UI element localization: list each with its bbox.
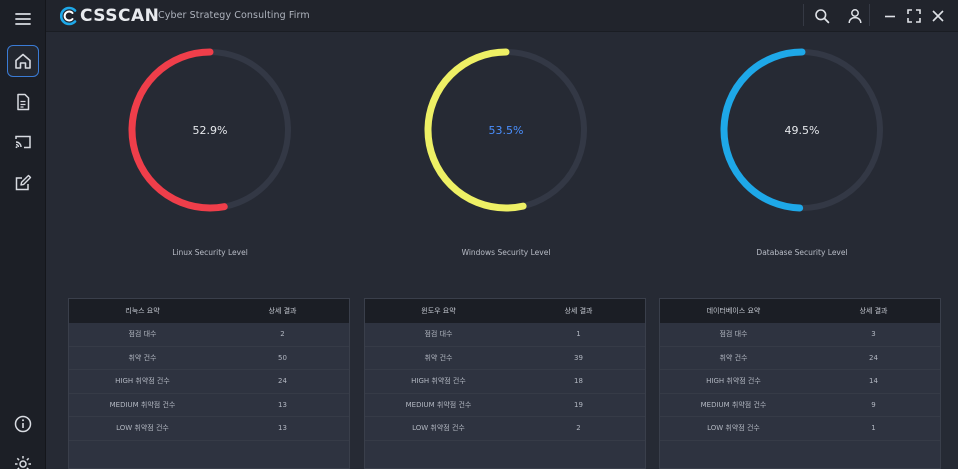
row-label: 점검 대수 — [424, 330, 453, 339]
table-row: HIGH 취약점 건수 18 — [365, 370, 645, 394]
user-button[interactable] — [845, 6, 865, 26]
row-label: 취약 건수 — [719, 353, 748, 362]
row-label: 취약 건수 — [424, 353, 453, 362]
settings-icon — [15, 456, 31, 469]
database-summary-table: 데이터베이스 요약 상세 결과 점검 대수 3 취약 건수 24 HIGH 취약점 … — [659, 298, 941, 469]
windows-gauge-label: Windows Security Level — [461, 248, 551, 257]
row-value: 39 — [574, 353, 583, 362]
search-icon — [815, 9, 830, 24]
row-label: HIGH 취약점 건수 — [115, 377, 170, 386]
close-icon — [932, 10, 944, 22]
table-row: 점검 대수 1 — [365, 323, 645, 347]
table-row: HIGH 취약점 건수 14 — [660, 370, 940, 394]
table-row: 취약 건수 50 — [69, 347, 349, 370]
menu-button[interactable] — [7, 3, 39, 35]
row-value: 24 — [278, 377, 287, 386]
row-value: 9 — [871, 400, 876, 409]
table-header: 윈도우 요약 상세 결과 — [365, 299, 645, 323]
menu-icon — [15, 13, 31, 25]
table-row: MEDIUM 취약점 건수 9 — [660, 394, 940, 417]
row-value: 13 — [278, 400, 287, 409]
row-value: 19 — [574, 400, 583, 409]
sidebar-item-home[interactable] — [7, 45, 39, 77]
minimize-icon — [885, 15, 895, 18]
row-label: LOW 취약점 건수 — [116, 424, 169, 433]
row-value: 1 — [576, 330, 581, 339]
table-row: MEDIUM 취약점 건수 13 — [69, 394, 349, 417]
column-header: 데이터베이스 요약 — [706, 307, 761, 315]
sidebar-item-reports[interactable] — [7, 86, 39, 118]
column-header: 리눅스 요약 — [125, 307, 160, 315]
table-row: LOW 취약점 건수 1 — [660, 417, 940, 441]
row-label: 점검 대수 — [719, 330, 748, 339]
document-icon — [17, 93, 30, 111]
database-gauge-label: Database Security Level — [756, 248, 848, 257]
row-label: LOW 취약점 건수 — [707, 424, 760, 433]
logo-mark-icon — [60, 6, 77, 26]
linux-gauge-value: 52.9% — [192, 123, 228, 137]
user-icon — [848, 9, 862, 24]
linux-summary-table: 리눅스 요약 상세 결과 점검 대수 2 취약 건수 50 HIGH 취약점 건수 2… — [68, 298, 350, 469]
header-divider — [869, 4, 870, 26]
database-gauge: 49.5% — [717, 45, 887, 215]
info-icon — [14, 415, 32, 433]
windows-gauge-value: 53.5% — [488, 123, 524, 137]
logo-text: CSSCAN — [80, 6, 160, 26]
column-header: 상세 결과 — [859, 307, 888, 315]
linux-gauge-label: Linux Security Level — [172, 248, 248, 257]
table-row: HIGH 취약점 건수 24 — [69, 370, 349, 394]
table-row: MEDIUM 취약점 건수 19 — [365, 394, 645, 417]
maximize-icon — [907, 9, 921, 23]
row-value: 2 — [576, 424, 581, 433]
table-header: 데이터베이스 요약 상세 결과 — [660, 299, 940, 323]
row-label: 점검 대수 — [128, 330, 157, 339]
row-label: MEDIUM 취약점 건수 — [700, 400, 767, 409]
table-row: 점검 대수 3 — [660, 323, 940, 347]
row-value: 14 — [869, 377, 878, 386]
cast-icon — [15, 135, 31, 149]
column-header: 상세 결과 — [564, 307, 593, 315]
sidebar-item-settings[interactable] — [7, 448, 39, 469]
table-row: 취약 건수 39 — [365, 347, 645, 370]
row-value: 24 — [869, 353, 878, 362]
row-value: 13 — [278, 424, 287, 433]
sidebar — [0, 0, 46, 469]
row-label: MEDIUM 취약점 건수 — [405, 400, 472, 409]
linux-gauge: 52.9% — [125, 45, 295, 215]
column-header: 윈도우 요약 — [421, 307, 456, 315]
row-label: LOW 취약점 건수 — [412, 424, 465, 433]
row-value: 18 — [574, 377, 583, 386]
minimize-button[interactable] — [880, 6, 900, 26]
title-bar: CSSCAN Cyber Strategy Consulting Firm — [46, 0, 958, 32]
database-gauge-value: 49.5% — [784, 123, 820, 137]
table-row: LOW 취약점 건수 13 — [69, 417, 349, 441]
close-button[interactable] — [928, 6, 948, 26]
search-button[interactable] — [812, 6, 832, 26]
sidebar-item-edit[interactable] — [7, 167, 39, 199]
row-value: 50 — [278, 353, 287, 362]
windows-summary-table: 윈도우 요약 상세 결과 점검 대수 1 취약 건수 39 HIGH 취약점 건수 1… — [364, 298, 646, 469]
app-logo: CSSCAN — [60, 4, 159, 28]
sidebar-item-info[interactable] — [7, 408, 39, 440]
column-header: 상세 결과 — [268, 307, 297, 315]
sidebar-item-cast[interactable] — [7, 126, 39, 158]
maximize-button[interactable] — [904, 6, 924, 26]
row-label: HIGH 취약점 건수 — [411, 377, 466, 386]
row-label: MEDIUM 취약점 건수 — [109, 400, 176, 409]
table-row: 점검 대수 2 — [69, 323, 349, 347]
table-header: 리눅스 요약 상세 결과 — [69, 299, 349, 323]
row-value: 3 — [871, 330, 876, 339]
row-label: 취약 건수 — [128, 353, 157, 362]
row-label: HIGH 취약점 건수 — [706, 377, 761, 386]
header-divider — [803, 4, 804, 26]
edit-icon — [15, 174, 32, 191]
firm-name: Cyber Strategy Consulting Firm — [158, 10, 310, 21]
row-value: 2 — [280, 330, 285, 339]
home-icon — [15, 53, 31, 69]
row-value: 1 — [871, 424, 876, 433]
table-row: LOW 취약점 건수 2 — [365, 417, 645, 441]
table-row: 취약 건수 24 — [660, 347, 940, 370]
windows-gauge: 53.5% — [421, 45, 591, 215]
